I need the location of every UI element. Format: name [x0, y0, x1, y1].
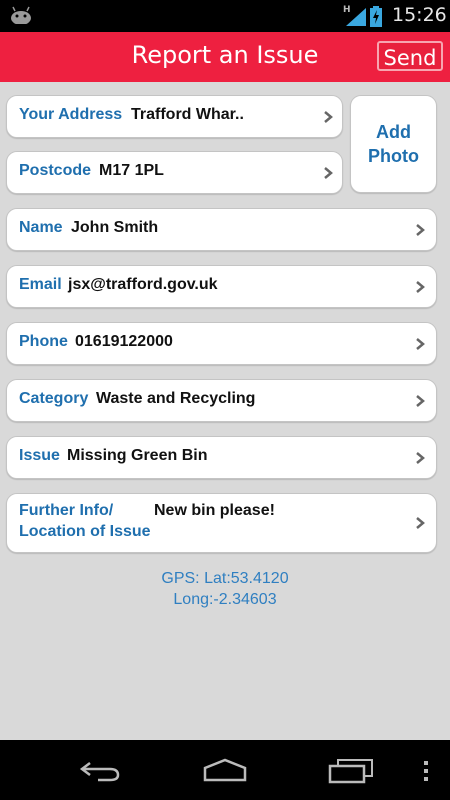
further-info-label-line2: Location of Issue	[19, 523, 151, 540]
phone-label: Phone	[19, 333, 68, 350]
add-photo-label: Add Photo	[351, 120, 436, 168]
clock: 15:26	[392, 4, 447, 26]
name-label: Name	[19, 219, 63, 236]
postcode-label: Postcode	[19, 162, 92, 179]
chevron-right-icon	[416, 517, 425, 529]
issue-row[interactable]: Issue Missing Green Bin	[6, 436, 437, 479]
category-value: Waste and Recycling	[96, 390, 256, 407]
battery-charging-icon	[370, 6, 382, 27]
further-info-value: New bin please!	[154, 502, 275, 519]
add-photo-line2: Photo	[368, 146, 419, 166]
back-icon[interactable]	[78, 760, 122, 782]
chevron-right-icon	[416, 224, 425, 236]
postcode-row[interactable]: Postcode M17 1PL	[6, 151, 343, 194]
address-value: Trafford Whar..	[131, 106, 244, 123]
email-value: jsx@trafford.gov.uk	[68, 276, 218, 293]
add-photo-line1: Add	[376, 122, 411, 142]
issue-label: Issue	[19, 447, 60, 464]
address-row[interactable]: Your Address Trafford Whar..	[6, 95, 343, 138]
navigation-bar	[0, 740, 450, 800]
email-label: Email	[19, 276, 62, 293]
send-button[interactable]: Send	[377, 41, 443, 71]
add-photo-button[interactable]: Add Photo	[350, 95, 437, 193]
chevron-right-icon	[416, 452, 425, 464]
postcode-value: M17 1PL	[99, 162, 164, 179]
chevron-right-icon	[416, 395, 425, 407]
chevron-right-icon	[324, 167, 333, 179]
gps-latitude: GPS: Lat:53.4120	[161, 570, 289, 587]
chevron-right-icon	[416, 281, 425, 293]
category-row[interactable]: Category Waste and Recycling	[6, 379, 437, 422]
status-bar: H 15:26	[0, 0, 450, 32]
phone-value: 01619122000	[75, 333, 173, 350]
name-value: John Smith	[71, 219, 159, 236]
overflow-menu-icon[interactable]	[422, 760, 430, 782]
phone-row[interactable]: Phone 01619122000	[6, 322, 437, 365]
chevron-right-icon	[324, 111, 333, 123]
android-icon	[11, 6, 31, 24]
gps-longitude: Long:-2.34603	[173, 591, 277, 608]
further-info-label-line1: Further Info/	[19, 502, 114, 519]
recent-apps-icon[interactable]	[328, 758, 374, 784]
address-label: Your Address	[19, 106, 123, 123]
home-icon[interactable]	[201, 758, 249, 782]
category-label: Category	[19, 390, 89, 407]
chevron-right-icon	[416, 338, 425, 350]
further-info-row[interactable]: Further Info/ Location of Issue New bin …	[6, 493, 437, 553]
name-row[interactable]: Name John Smith	[6, 208, 437, 251]
email-row[interactable]: Email jsx@trafford.gov.uk	[6, 265, 437, 308]
issue-value: Missing Green Bin	[67, 447, 208, 464]
signal-icon	[346, 8, 366, 26]
